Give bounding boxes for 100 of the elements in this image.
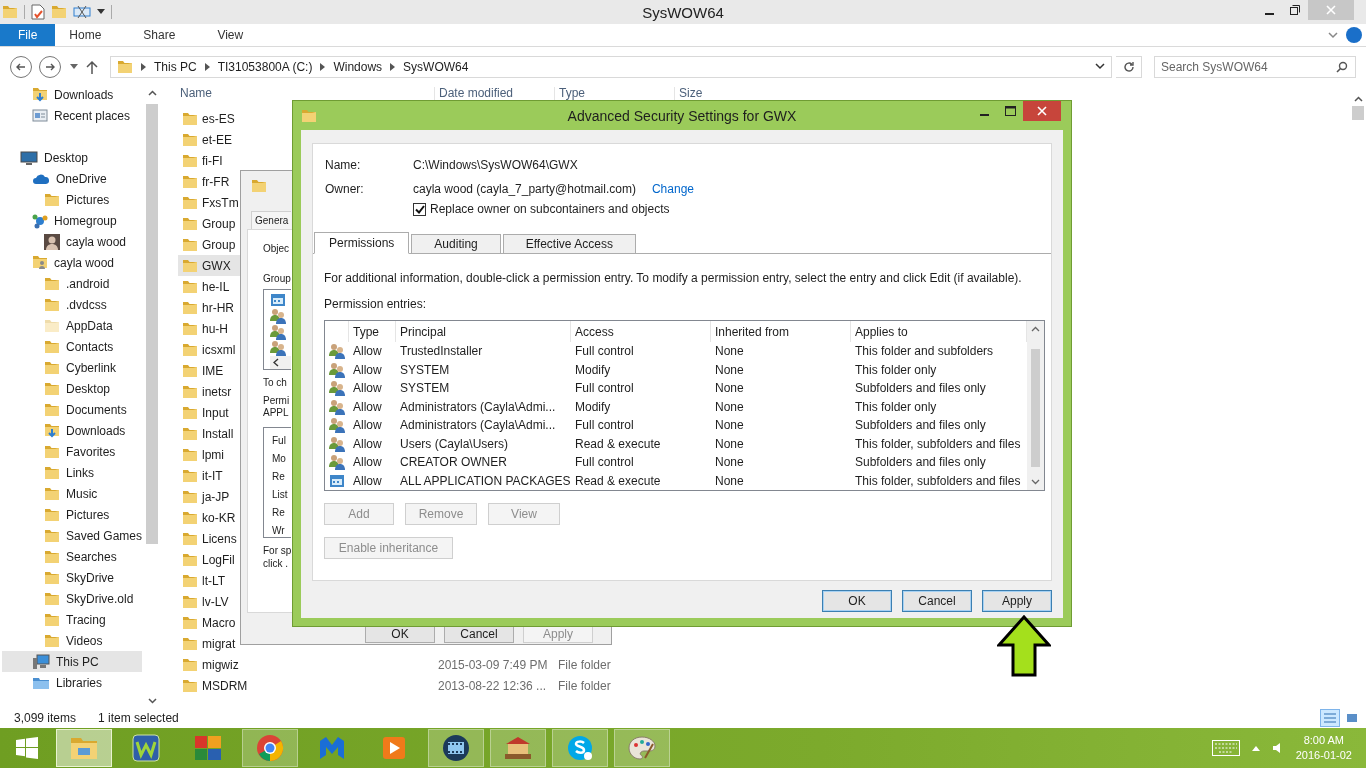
nav-item[interactable]: Tracing — [2, 609, 143, 630]
nav-item[interactable]: Searches — [2, 546, 143, 567]
checkbox[interactable] — [413, 202, 426, 216]
file-item[interactable]: fr-FR — [178, 171, 240, 192]
file-item[interactable]: Macro — [178, 612, 240, 633]
file-item[interactable]: FxsTm — [178, 192, 241, 213]
dialog-tab[interactable]: Effective Access — [502, 234, 636, 254]
dialog-tab[interactable]: Auditing — [411, 234, 501, 254]
scrollbar[interactable] — [1027, 321, 1044, 490]
scroll-left-icon[interactable] — [273, 358, 279, 368]
file-item[interactable]: IME — [178, 360, 240, 381]
nav-item[interactable]: Homegroup — [2, 210, 143, 231]
file-item[interactable]: he-IL — [178, 276, 240, 297]
file-item[interactable]: et-EE — [178, 129, 240, 150]
nav-item[interactable]: cayla wood — [2, 231, 143, 252]
nav-item[interactable]: Downloads — [2, 420, 143, 441]
file-item[interactable]: inetsr — [178, 381, 240, 402]
file-item[interactable]: Install — [178, 423, 240, 444]
scroll-down-icon[interactable] — [1031, 479, 1040, 485]
chevron-right-icon[interactable] — [320, 62, 326, 71]
scrollbar[interactable] — [270, 356, 291, 369]
breadcrumb[interactable]: This PC — [154, 59, 197, 74]
dialog-button[interactable]: Cancel — [902, 590, 972, 612]
scroll-thumb[interactable] — [1352, 106, 1364, 120]
file-item[interactable]: it-IT — [178, 465, 240, 486]
column-header[interactable]: Type — [349, 321, 396, 342]
file-item[interactable]: MSDRM — [178, 675, 250, 696]
recent-locations-button[interactable] — [68, 63, 80, 70]
file-item[interactable]: Input — [178, 402, 240, 423]
nav-item[interactable]: Pictures — [2, 189, 143, 210]
file-item[interactable]: Group — [178, 213, 240, 234]
change-link[interactable]: Change — [651, 182, 694, 196]
scroll-up-icon[interactable] — [147, 90, 157, 96]
dialog-tab[interactable]: Genera — [251, 211, 291, 229]
nav-item[interactable]: AppData — [2, 315, 143, 336]
nav-item[interactable]: Recent places — [2, 105, 143, 126]
chevron-right-icon[interactable] — [390, 62, 396, 71]
breadcrumb[interactable]: SysWOW64 — [403, 59, 469, 74]
dialog-button[interactable]: OK — [822, 590, 892, 612]
file-item[interactable]: Group — [178, 234, 240, 255]
column-header[interactable]: Date modified — [439, 87, 514, 101]
properties-icon[interactable] — [73, 5, 91, 19]
nav-item[interactable]: Saved Games — [2, 525, 143, 546]
column-header[interactable]: Principal — [396, 321, 571, 342]
address-bar[interactable]: This PC TI31053800A (C:) Windows SysWOW64 — [110, 55, 1112, 78]
file-item[interactable]: ko-KR — [178, 507, 240, 528]
scroll-down-icon[interactable] — [147, 698, 157, 704]
show-hidden-icons-icon[interactable] — [1251, 745, 1260, 751]
chevron-down-icon[interactable] — [1095, 63, 1105, 70]
column-header[interactable]: Type — [559, 87, 585, 101]
ribbon-tab[interactable]: Share — [129, 24, 190, 46]
file-item[interactable]: es-ES — [178, 108, 240, 129]
nav-item[interactable]: Desktop — [2, 147, 143, 168]
scroll-up-icon[interactable] — [1031, 326, 1040, 332]
dialog-tab[interactable]: Permissions — [314, 232, 410, 254]
nav-item[interactable]: SkyDrive — [2, 567, 143, 588]
file-item[interactable]: lpmi — [178, 444, 240, 465]
column-header[interactable]: Inherited from — [711, 321, 851, 342]
nav-item[interactable]: This PC — [2, 651, 143, 672]
file-item[interactable]: LogFil — [178, 549, 240, 570]
column-header[interactable]: Name — [180, 87, 212, 101]
scroll-thumb[interactable] — [146, 104, 158, 544]
up-button[interactable] — [84, 59, 100, 74]
nav-item[interactable]: Libraries — [2, 672, 143, 693]
nav-item[interactable]: Downloads — [2, 84, 143, 105]
nav-item[interactable]: Contacts — [2, 336, 143, 357]
nav-item[interactable]: Favorites — [2, 441, 143, 462]
breadcrumb[interactable]: TI31053800A (C:) — [217, 59, 313, 74]
chevron-right-icon[interactable] — [204, 62, 210, 71]
file-item[interactable]: hr-HR — [178, 297, 240, 318]
new-document-icon[interactable] — [31, 4, 45, 20]
file-tab[interactable]: File — [0, 24, 56, 46]
file-item[interactable]: icsxml — [178, 339, 240, 360]
nav-item[interactable]: Pictures — [2, 504, 143, 525]
file-item[interactable]: hu-H — [178, 318, 240, 339]
file-item[interactable]: lt-LT — [178, 570, 240, 591]
search-icon[interactable] — [1336, 60, 1348, 73]
nav-item[interactable]: Documents — [2, 399, 143, 420]
column-header[interactable]: Size — [679, 87, 703, 101]
search-field[interactable]: Search SysWOW64 — [1154, 55, 1356, 78]
nav-item[interactable]: cayla wood — [2, 252, 143, 273]
scroll-thumb[interactable] — [1031, 349, 1040, 467]
ribbon-tab[interactable]: View — [203, 24, 258, 46]
forward-button[interactable] — [39, 55, 61, 78]
group-list[interactable] — [263, 289, 291, 370]
nav-item[interactable]: OneDrive — [2, 168, 143, 189]
nav-item[interactable]: Links — [2, 462, 143, 483]
refresh-button[interactable] — [1116, 55, 1142, 78]
nav-item[interactable]: .android — [2, 273, 143, 294]
dialog-button[interactable]: Apply — [982, 590, 1052, 612]
file-item[interactable]: Licens — [178, 528, 240, 549]
file-item[interactable]: lv-LV — [178, 591, 240, 612]
nav-item[interactable]: Desktop — [2, 378, 143, 399]
file-item[interactable]: fi-FI — [178, 150, 240, 171]
nav-item[interactable]: Music — [2, 483, 143, 504]
nav-item[interactable]: Videos — [2, 630, 143, 651]
ribbon-tab[interactable]: Home — [55, 24, 116, 46]
scroll-up-icon[interactable] — [1353, 96, 1363, 102]
keyboard-icon[interactable] — [1211, 740, 1240, 756]
dropdown-icon[interactable] — [97, 9, 105, 15]
